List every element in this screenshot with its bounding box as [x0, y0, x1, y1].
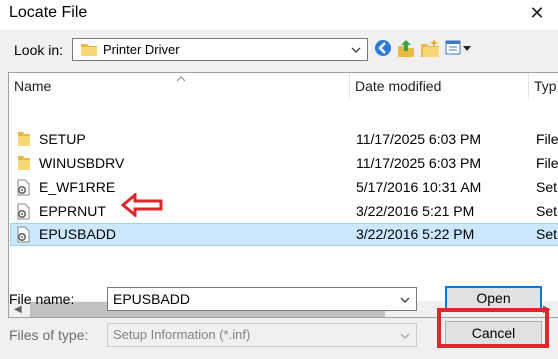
folder-icon — [15, 131, 31, 150]
file-date: 11/17/2025 6:03 PM — [356, 131, 482, 147]
file-row[interactable]: EPPRNUT 3/22/2016 5:21 PM Set — [10, 200, 558, 223]
lookin-label: Look in: — [14, 42, 64, 58]
close-icon[interactable]: ✕ — [526, 2, 548, 24]
file-name: E_WF1RRE — [39, 179, 116, 195]
file-row[interactable]: WINUSBDRV 11/17/2025 6:03 PM File — [10, 152, 558, 175]
setup-file-icon — [15, 203, 31, 223]
file-type: File — [536, 155, 558, 171]
file-row-selected[interactable]: EPUSBADD 3/22/2016 5:22 PM Set — [10, 223, 558, 246]
file-list[interactable]: Name Date modified Typ SETUP 11/17/2025 … — [8, 72, 558, 318]
file-date: 5/17/2016 10:31 AM — [356, 179, 482, 195]
folder-icon — [15, 155, 31, 174]
filename-value: EPUSBADD — [113, 291, 191, 307]
chevron-down-icon[interactable] — [398, 292, 412, 308]
back-icon[interactable] — [373, 38, 395, 60]
highlight-box — [437, 308, 549, 348]
lookin-value: Printer Driver — [103, 42, 180, 57]
file-type: Set — [536, 179, 558, 195]
file-name: SETUP — [39, 131, 86, 147]
file-name: EPUSBADD — [39, 226, 117, 242]
file-row[interactable]: E_WF1RRE 5/17/2016 10:31 AM Set — [10, 176, 558, 199]
file-type: File — [536, 131, 558, 147]
filename-label: File name: — [9, 291, 75, 307]
filename-input[interactable]: EPUSBADD — [107, 287, 417, 311]
column-type[interactable]: Typ — [529, 73, 558, 99]
window-title: Locate File — [9, 4, 88, 21]
chevron-down-icon[interactable] — [349, 42, 363, 58]
file-date: 3/22/2016 5:22 PM — [356, 226, 475, 242]
file-name: EPPRNUT — [39, 203, 106, 219]
new-folder-icon[interactable] — [420, 38, 442, 60]
sort-up-icon — [175, 73, 187, 86]
setup-file-icon — [15, 226, 31, 246]
title-bar: Locate File ✕ — [0, 0, 558, 30]
file-type: Set — [536, 226, 558, 242]
up-folder-icon[interactable] — [396, 38, 418, 60]
view-menu-icon[interactable] — [444, 38, 474, 60]
file-date: 3/22/2016 5:21 PM — [356, 203, 475, 219]
lookin-combo[interactable]: Printer Driver — [72, 38, 368, 61]
file-date: 11/17/2025 6:03 PM — [356, 155, 482, 171]
filetype-value: Setup Information (*.inf) — [113, 327, 251, 342]
chevron-down-icon — [398, 328, 412, 344]
column-date-modified[interactable]: Date modified — [350, 73, 528, 99]
filetype-select[interactable]: Setup Information (*.inf) — [107, 323, 417, 347]
file-name: WINUSBDRV — [39, 155, 125, 171]
folder-icon — [81, 42, 97, 59]
filetype-label: Files of type: — [9, 327, 89, 343]
file-type: Set — [536, 203, 558, 219]
setup-file-icon — [15, 179, 31, 199]
pointer-arrow-icon — [120, 191, 163, 220]
file-row[interactable]: SETUP 11/17/2025 6:03 PM File — [10, 128, 558, 151]
